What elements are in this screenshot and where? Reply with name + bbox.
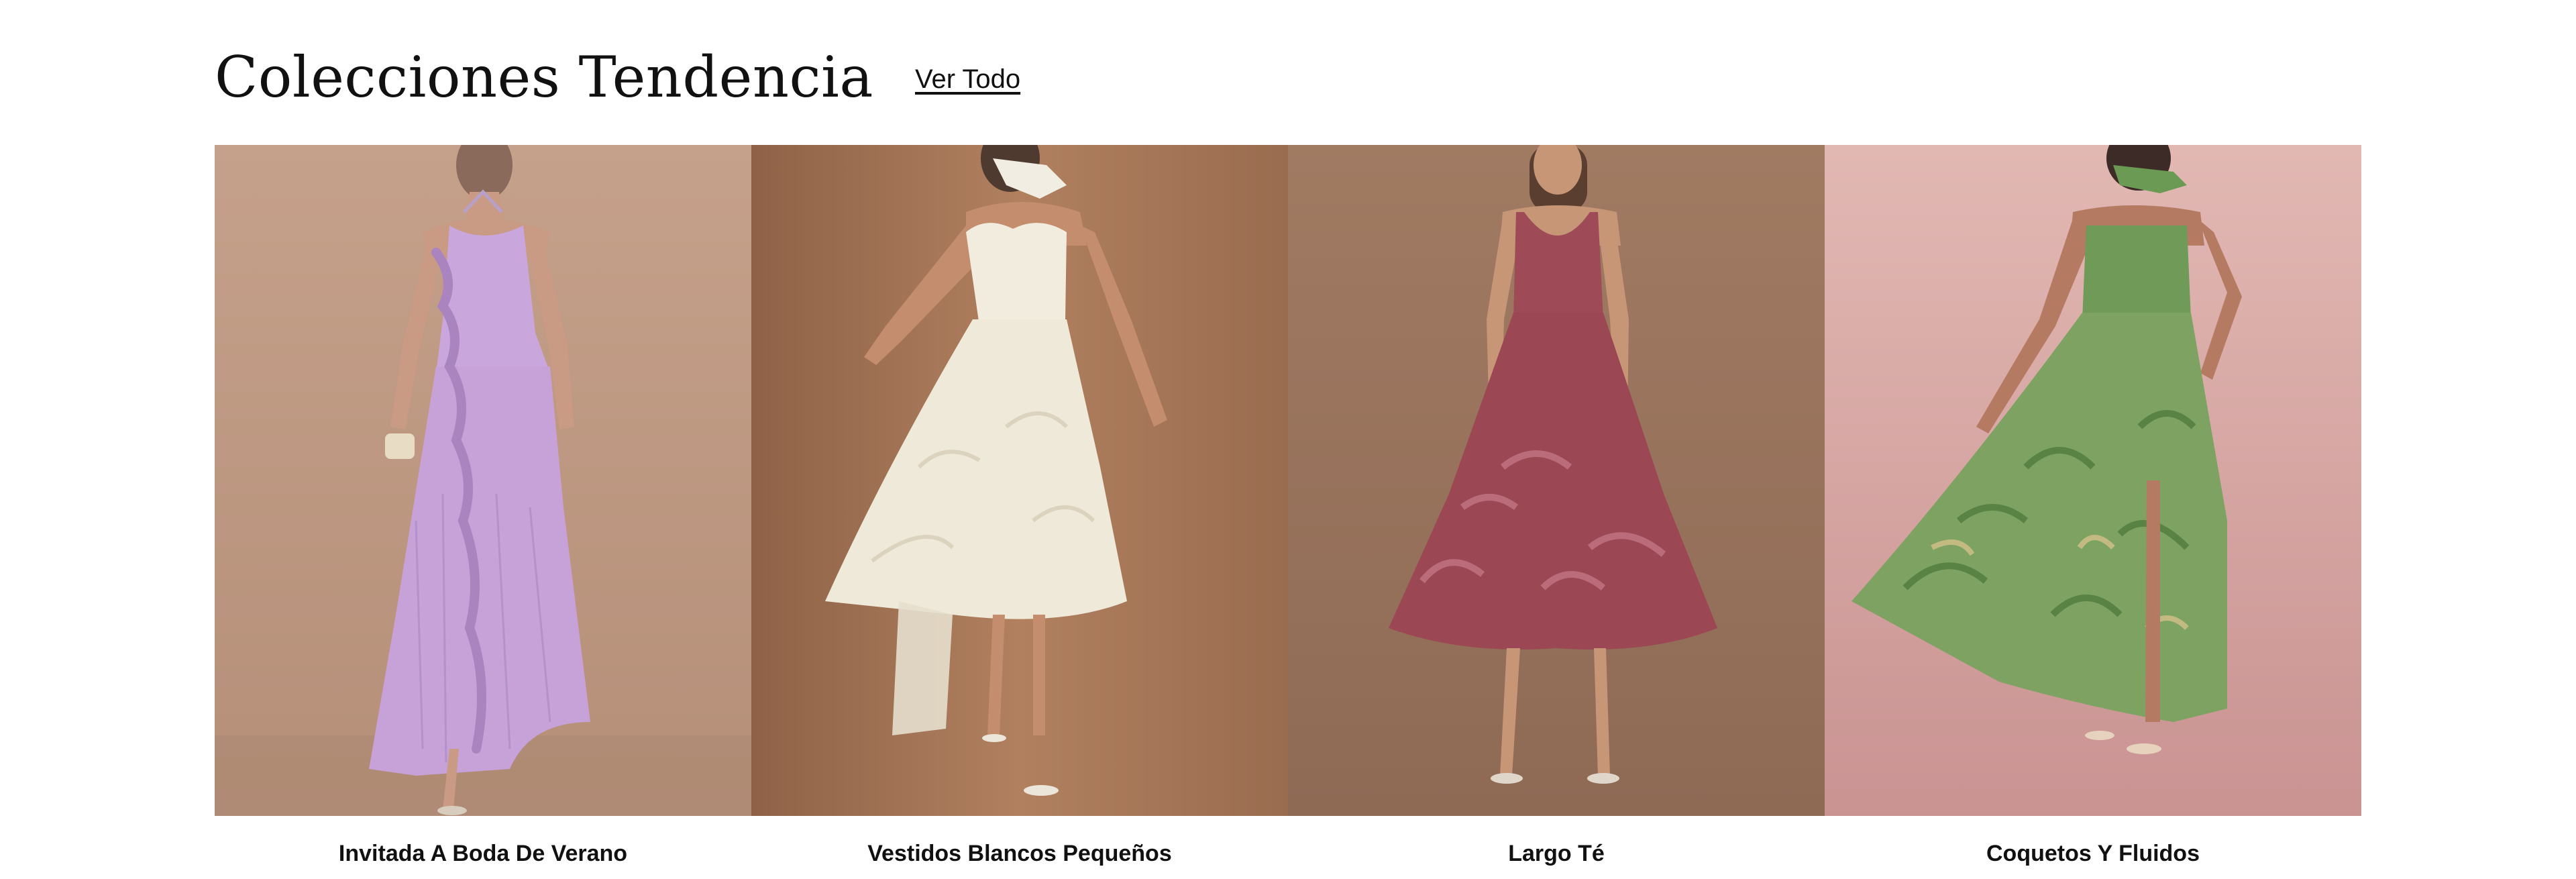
trending-collections-section: Colecciones Tendencia Ver Todo Invitada … xyxy=(0,0,2576,879)
collection-card-flirty-flowy[interactable]: Coquetos Y Fluidos xyxy=(1825,145,2361,868)
collection-label[interactable]: Largo Té xyxy=(1288,840,1825,868)
collection-label[interactable]: Vestidos Blancos Pequeños xyxy=(751,840,1288,868)
collection-label[interactable]: Invitada A Boda De Verano xyxy=(215,840,751,868)
lilac-ruffle-maxi-dress-photo[interactable] xyxy=(215,145,751,816)
collection-grid: Invitada A Boda De Verano Vestidos Blanc… xyxy=(215,145,2361,868)
collection-card-little-white-dresses[interactable]: Vestidos Blancos Pequeños xyxy=(751,145,1288,868)
berry-jacquard-midi-dress-photo[interactable] xyxy=(1288,145,1825,816)
collection-card-summer-wedding-guest[interactable]: Invitada A Boda De Verano xyxy=(215,145,751,868)
view-all-link[interactable]: Ver Todo xyxy=(915,66,1020,93)
green-floral-maxi-dress-photo[interactable] xyxy=(1825,145,2361,816)
section-title: Colecciones Tendencia xyxy=(215,44,873,110)
collection-card-tea-length[interactable]: Largo Té xyxy=(1288,145,1825,868)
section-header: Colecciones Tendencia Ver Todo xyxy=(215,40,1020,114)
ivory-strapless-midi-dress-photo[interactable] xyxy=(751,145,1288,816)
collection-label[interactable]: Coquetos Y Fluidos xyxy=(1825,840,2361,868)
